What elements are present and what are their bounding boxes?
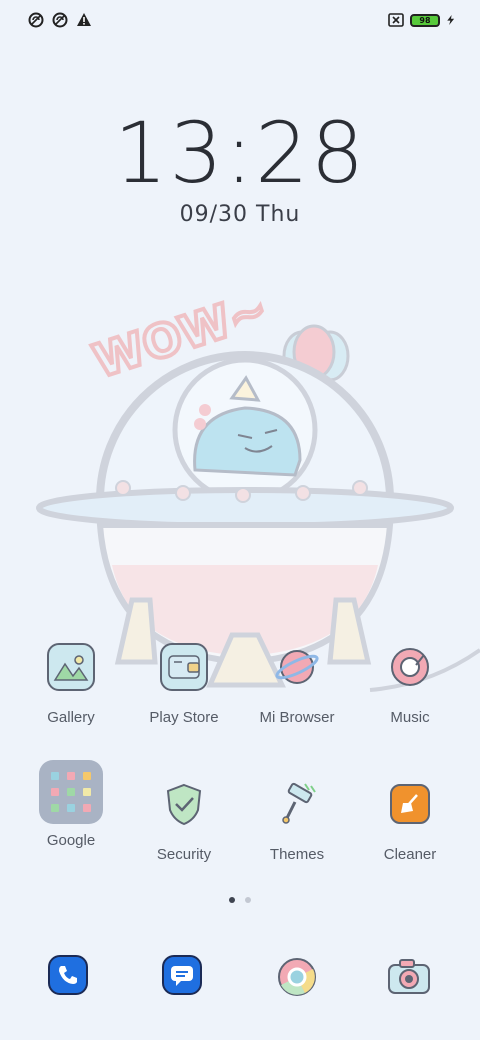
app-label: Play Store: [149, 709, 219, 726]
sim-card-icon: [388, 13, 404, 27]
app-themes[interactable]: Themes: [241, 780, 353, 863]
status-bar: 98: [0, 8, 480, 34]
date-number: 09/30: [179, 202, 249, 227]
battery-level: 98: [419, 15, 431, 25]
app-label: Music: [390, 709, 430, 726]
broom-icon: [390, 784, 430, 824]
chrome-icon[interactable]: [274, 954, 320, 1000]
app-label: Gallery: [47, 709, 95, 726]
app-label: Cleaner: [383, 846, 437, 863]
app-label: Themes: [269, 846, 325, 863]
app-music[interactable]: Music: [354, 643, 466, 726]
page-indicator[interactable]: [0, 897, 480, 903]
app-play-store[interactable]: Play Store: [128, 643, 240, 726]
dock: [0, 952, 480, 1002]
page-dot[interactable]: [245, 897, 251, 903]
app-label: Google: [46, 832, 96, 849]
date-day: Thu: [256, 202, 301, 227]
app-mi-browser[interactable]: Mi Browser: [241, 643, 353, 726]
page-dot-active[interactable]: [229, 897, 235, 903]
app-gallery[interactable]: Gallery: [15, 643, 127, 726]
charging-bolt-icon: [447, 15, 455, 25]
messages-icon[interactable]: [162, 955, 202, 995]
clock-date[interactable]: 09/30 Thu: [0, 202, 480, 227]
paint-roller-icon: [273, 780, 321, 828]
gallery-icon: [47, 643, 95, 691]
shield-check-icon: [160, 780, 208, 828]
app-label: Mi Browser: [259, 709, 335, 726]
wallet-icon: [160, 643, 208, 691]
app-label: Security: [156, 846, 212, 863]
battery-icon: 98: [410, 13, 440, 27]
app-google-folder[interactable]: Google: [15, 760, 127, 849]
app-security[interactable]: Security: [128, 780, 240, 863]
planet-icon: [273, 643, 321, 691]
nfc-blocked-icon: [52, 12, 68, 28]
phone-icon[interactable]: [48, 955, 88, 995]
nfc-blocked-icon: [28, 12, 44, 28]
app-cleaner[interactable]: Cleaner: [354, 780, 466, 863]
music-disc-icon: [386, 643, 434, 691]
clock-time[interactable]: 13:28: [0, 104, 480, 202]
camera-icon[interactable]: [386, 954, 432, 1000]
folder-icon: [39, 760, 103, 824]
warning-icon: [77, 13, 91, 26]
